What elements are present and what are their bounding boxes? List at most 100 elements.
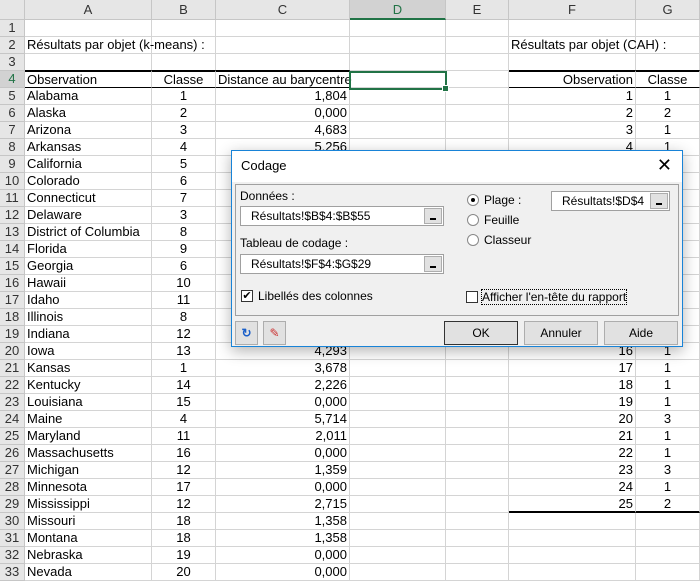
cell-g25[interactable]: 1 [636, 428, 700, 445]
column-header-e[interactable]: E [446, 0, 509, 20]
cell-d5[interactable] [350, 88, 446, 105]
cell-a31[interactable]: Montana [25, 530, 152, 547]
annuler-button[interactable]: Annuler [524, 321, 598, 345]
cell-d3[interactable] [350, 54, 446, 71]
cell-b13[interactable]: 8 [152, 224, 216, 241]
cell-a9[interactable]: California [25, 156, 152, 173]
cell-g24[interactable]: 3 [636, 411, 700, 428]
column-header-c[interactable]: C [216, 0, 350, 20]
cell-e1[interactable] [446, 20, 509, 37]
cell-f4[interactable]: Observation [509, 70, 636, 88]
feuille-radio[interactable] [467, 214, 479, 226]
row-header-14[interactable]: 14 [0, 241, 25, 258]
row-header-8[interactable]: 8 [0, 139, 25, 156]
column-header-g[interactable]: G [636, 0, 700, 20]
row-header-15[interactable]: 15 [0, 258, 25, 275]
cell-c28[interactable]: 0,000 [216, 479, 350, 496]
row-header-2[interactable]: 2 [0, 37, 25, 54]
cell-b25[interactable]: 11 [152, 428, 216, 445]
cell-c2[interactable] [216, 37, 350, 54]
cell-f2[interactable]: Résultats par objet (CAH) : [509, 37, 666, 54]
row-header-24[interactable]: 24 [0, 411, 25, 428]
cell-d28[interactable] [350, 479, 446, 496]
cell-b5[interactable]: 1 [152, 88, 216, 105]
cell-a32[interactable]: Nebraska [25, 547, 152, 564]
cell-f31[interactable] [509, 530, 636, 547]
cell-c21[interactable]: 3,678 [216, 360, 350, 377]
cell-g7[interactable]: 1 [636, 122, 700, 139]
clear-button[interactable]: ✎ [263, 321, 286, 345]
cell-g31[interactable] [636, 530, 700, 547]
cell-d27[interactable] [350, 462, 446, 479]
cell-b33[interactable]: 20 [152, 564, 216, 581]
cell-c23[interactable]: 0,000 [216, 394, 350, 411]
range-select-button[interactable] [424, 256, 442, 272]
cell-g33[interactable] [636, 564, 700, 581]
cell-g30[interactable] [636, 513, 700, 530]
cell-b11[interactable]: 7 [152, 190, 216, 207]
cell-e25[interactable] [446, 428, 509, 445]
row-header-13[interactable]: 13 [0, 224, 25, 241]
cell-f25[interactable]: 21 [509, 428, 636, 445]
cell-c30[interactable]: 1,358 [216, 513, 350, 530]
cell-a1[interactable] [25, 20, 152, 37]
cell-f6[interactable]: 2 [509, 105, 636, 122]
cell-c27[interactable]: 1,359 [216, 462, 350, 479]
row-header-32[interactable]: 32 [0, 547, 25, 564]
range-select-button[interactable] [650, 193, 668, 209]
cell-f32[interactable] [509, 547, 636, 564]
cell-e5[interactable] [446, 88, 509, 105]
row-header-10[interactable]: 10 [0, 173, 25, 190]
cell-g22[interactable]: 1 [636, 377, 700, 394]
row-header-4[interactable]: 4 [0, 71, 25, 88]
cell-e24[interactable] [446, 411, 509, 428]
cell-b20[interactable]: 13 [152, 343, 216, 360]
cell-b3[interactable] [152, 54, 216, 71]
cell-d7[interactable] [350, 122, 446, 139]
cell-e32[interactable] [446, 547, 509, 564]
cell-b32[interactable]: 19 [152, 547, 216, 564]
cell-d29[interactable] [350, 496, 446, 513]
cell-a22[interactable]: Kentucky [25, 377, 152, 394]
cell-b30[interactable]: 18 [152, 513, 216, 530]
column-header-d[interactable]: D [350, 0, 446, 20]
row-header-25[interactable]: 25 [0, 428, 25, 445]
cell-c24[interactable]: 5,714 [216, 411, 350, 428]
cell-b24[interactable]: 4 [152, 411, 216, 428]
cell-e2[interactable] [446, 37, 509, 54]
cell-a19[interactable]: Indiana [25, 326, 152, 343]
cell-d6[interactable] [350, 105, 446, 122]
cell-e28[interactable] [446, 479, 509, 496]
cell-a11[interactable]: Connecticut [25, 190, 152, 207]
cell-b2[interactable] [152, 37, 216, 54]
cell-c31[interactable]: 1,358 [216, 530, 350, 547]
row-header-11[interactable]: 11 [0, 190, 25, 207]
cell-c6[interactable]: 0,000 [216, 105, 350, 122]
cell-b21[interactable]: 1 [152, 360, 216, 377]
cell-e4[interactable] [446, 71, 509, 88]
cell-d23[interactable] [350, 394, 446, 411]
cell-c25[interactable]: 2,011 [216, 428, 350, 445]
cell-b28[interactable]: 17 [152, 479, 216, 496]
cell-e7[interactable] [446, 122, 509, 139]
cell-c32[interactable]: 0,000 [216, 547, 350, 564]
cell-b16[interactable]: 10 [152, 275, 216, 292]
cell-b9[interactable]: 5 [152, 156, 216, 173]
cell-d25[interactable] [350, 428, 446, 445]
row-header-22[interactable]: 22 [0, 377, 25, 394]
row-header-5[interactable]: 5 [0, 88, 25, 105]
cell-e26[interactable] [446, 445, 509, 462]
row-header-29[interactable]: 29 [0, 496, 25, 513]
cell-b22[interactable]: 14 [152, 377, 216, 394]
cell-a3[interactable] [25, 54, 152, 71]
row-header-6[interactable]: 6 [0, 105, 25, 122]
cell-d2[interactable] [350, 37, 446, 54]
select-all-corner[interactable] [0, 0, 25, 20]
cell-g26[interactable]: 1 [636, 445, 700, 462]
column-header-f[interactable]: F [509, 0, 636, 20]
classeur-radio[interactable] [467, 234, 479, 246]
cell-e29[interactable] [446, 496, 509, 513]
cell-f1[interactable] [509, 20, 636, 37]
cell-b31[interactable]: 18 [152, 530, 216, 547]
cell-c22[interactable]: 2,226 [216, 377, 350, 394]
